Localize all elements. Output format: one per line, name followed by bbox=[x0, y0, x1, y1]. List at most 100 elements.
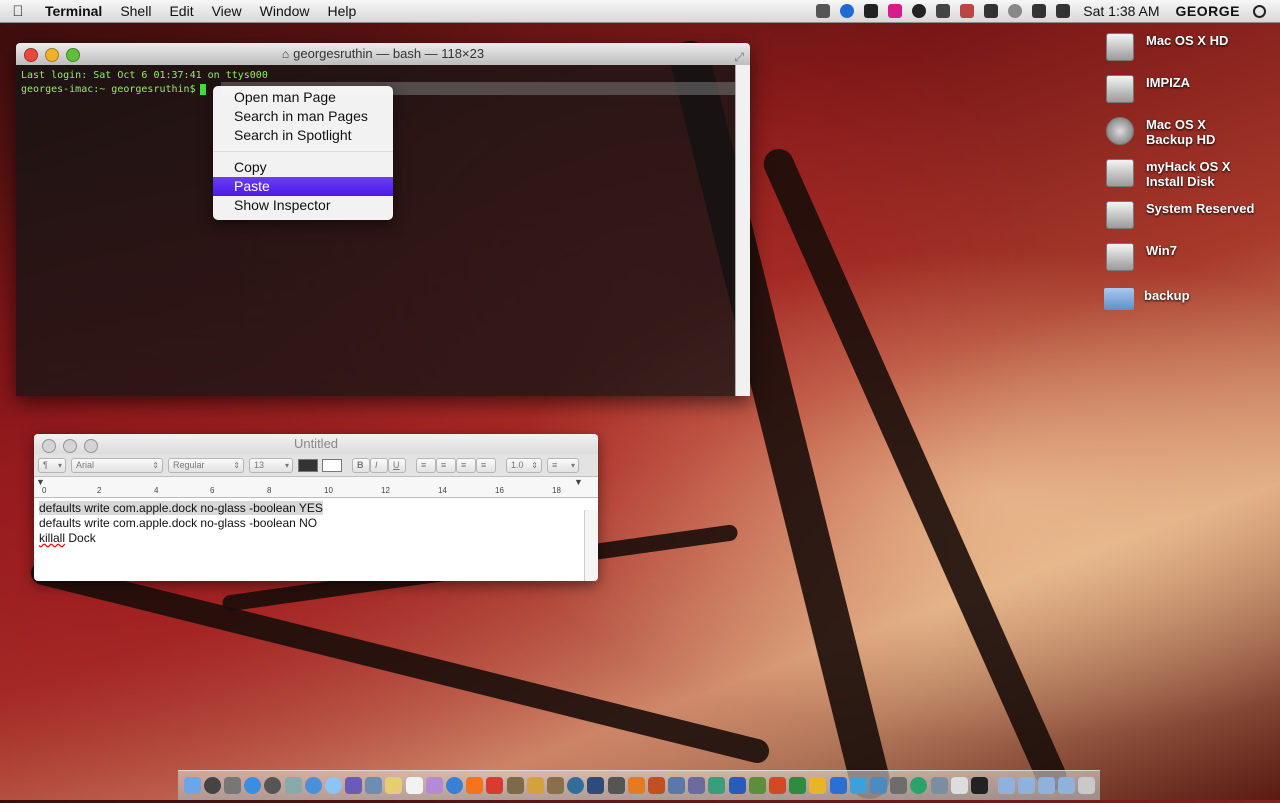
zoom-button[interactable] bbox=[84, 439, 98, 453]
flash-icon[interactable] bbox=[888, 4, 903, 18]
folder-icon[interactable] bbox=[1058, 777, 1076, 794]
menu-window[interactable]: Window bbox=[251, 3, 319, 19]
desktop-icon-win7[interactable]: Win7 bbox=[1106, 243, 1276, 271]
safari-icon[interactable] bbox=[244, 777, 262, 794]
app-icon[interactable] bbox=[506, 777, 524, 794]
outlook-icon[interactable] bbox=[809, 777, 827, 794]
app-icon[interactable] bbox=[526, 777, 544, 794]
app-icon[interactable] bbox=[688, 777, 706, 794]
display-icon[interactable] bbox=[984, 4, 999, 18]
time-machine-icon[interactable] bbox=[1008, 4, 1023, 18]
menu-item-copy[interactable]: Copy bbox=[213, 158, 393, 177]
app-icon[interactable] bbox=[486, 777, 504, 794]
desktop-icon-system-reserved[interactable]: System Reserved bbox=[1106, 201, 1276, 229]
calendar-icon[interactable] bbox=[405, 777, 423, 794]
folder-icon[interactable] bbox=[1017, 777, 1035, 794]
minimize-button[interactable] bbox=[63, 439, 77, 453]
menu-item-search-man-pages[interactable]: Search in man Pages bbox=[213, 107, 393, 126]
align-justify-icon[interactable]: ≡ bbox=[476, 457, 496, 473]
excel-icon[interactable] bbox=[789, 777, 807, 794]
menu-item-search-spotlight[interactable]: Search in Spotlight bbox=[213, 126, 393, 145]
text-color-swatch[interactable] bbox=[298, 458, 318, 472]
terminal-scrollbar[interactable] bbox=[735, 65, 750, 396]
menu-help[interactable]: Help bbox=[318, 3, 365, 19]
align-right-icon[interactable]: ≡ bbox=[456, 457, 476, 473]
app-icon[interactable] bbox=[567, 777, 585, 794]
app-icon[interactable] bbox=[950, 777, 968, 794]
itunes-icon[interactable] bbox=[446, 777, 464, 794]
eject-icon[interactable] bbox=[1032, 4, 1047, 18]
apple-menu-icon[interactable]:  bbox=[0, 3, 36, 20]
word-icon[interactable] bbox=[728, 777, 746, 794]
italic-button[interactable]: I bbox=[370, 457, 388, 473]
app-icon[interactable] bbox=[910, 777, 928, 794]
menu-edit[interactable]: Edit bbox=[160, 3, 202, 19]
menu-app-terminal[interactable]: Terminal bbox=[36, 3, 111, 19]
screen-sharing-icon[interactable] bbox=[936, 4, 951, 18]
folder-icon[interactable] bbox=[1037, 777, 1055, 794]
trash-icon[interactable] bbox=[1078, 777, 1096, 794]
zoom-button[interactable] bbox=[66, 48, 80, 62]
font-style-popup[interactable]: Regular ⇕ bbox=[168, 457, 244, 473]
app-icon[interactable] bbox=[647, 777, 665, 794]
menubar-user[interactable]: GEORGE bbox=[1168, 3, 1248, 19]
desktop-icon-mac-os-x-backup-hd[interactable]: Mac OS X Backup HD bbox=[1106, 117, 1276, 147]
activity-monitor-icon[interactable] bbox=[816, 4, 831, 18]
minimize-button[interactable] bbox=[45, 48, 59, 62]
underline-button[interactable]: U bbox=[388, 457, 406, 473]
notes-icon[interactable] bbox=[385, 777, 403, 794]
google-drive-icon[interactable] bbox=[864, 4, 879, 18]
right-margin-marker[interactable]: ▼ bbox=[574, 477, 583, 487]
menubar-clock[interactable]: Sat 1:38 AM bbox=[1075, 3, 1167, 19]
app-icon[interactable] bbox=[627, 777, 645, 794]
app-icon[interactable] bbox=[223, 777, 241, 794]
cloud-icon[interactable] bbox=[912, 4, 927, 18]
folder-icon[interactable] bbox=[997, 777, 1015, 794]
chrome-icon[interactable] bbox=[304, 777, 322, 794]
app-icon[interactable] bbox=[607, 777, 625, 794]
desktop-icon-backup[interactable]: backup bbox=[1104, 288, 1274, 310]
spotlight-search-icon[interactable] bbox=[1253, 4, 1266, 18]
soundcloud-icon[interactable] bbox=[466, 777, 484, 794]
app-icon[interactable] bbox=[890, 777, 908, 794]
list-bullets-icon[interactable]: ≡ ▾ bbox=[547, 457, 579, 473]
app-icon[interactable] bbox=[264, 777, 282, 794]
app-icon[interactable] bbox=[365, 777, 383, 794]
menu-view[interactable]: View bbox=[203, 3, 251, 19]
app-icon[interactable] bbox=[587, 777, 605, 794]
paragraph-style-popup[interactable]: ¶ ▾ bbox=[38, 457, 66, 473]
desktop-icon-mac-os-x-hd[interactable]: Mac OS X HD bbox=[1106, 33, 1276, 61]
app-icon[interactable] bbox=[869, 777, 887, 794]
app-icon[interactable] bbox=[930, 777, 948, 794]
app-icon[interactable] bbox=[546, 777, 564, 794]
dashboard-icon[interactable] bbox=[203, 777, 221, 794]
textedit-document[interactable]: defaults write com.apple.dock no-glass -… bbox=[34, 498, 598, 549]
align-left-icon[interactable]: ≡ bbox=[416, 457, 436, 473]
terminal-titlebar[interactable]: ⌂ georgesruthin — bash — 118×23 ⤢ bbox=[16, 43, 750, 65]
align-center-icon[interactable]: ≡ bbox=[436, 457, 456, 473]
menu-item-paste[interactable]: Paste bbox=[213, 177, 393, 196]
app-icon[interactable] bbox=[708, 777, 726, 794]
photos-icon[interactable] bbox=[425, 777, 443, 794]
close-button[interactable] bbox=[24, 48, 38, 62]
background-color-swatch[interactable] bbox=[322, 458, 342, 472]
teamviewer-icon[interactable] bbox=[840, 4, 855, 18]
bold-button[interactable]: B bbox=[352, 457, 370, 473]
phone-icon[interactable] bbox=[960, 4, 975, 18]
line-spacing-popup[interactable]: 1.0 ⇕ bbox=[506, 457, 542, 473]
ruler[interactable]: ▼ ▼ 0 2 4 6 8 10 12 14 16 18 bbox=[34, 477, 598, 498]
textedit-titlebar[interactable]: Untitled bbox=[34, 434, 598, 454]
close-button[interactable] bbox=[42, 439, 56, 453]
app-icon[interactable] bbox=[748, 777, 766, 794]
volume-icon[interactable] bbox=[1056, 4, 1071, 18]
messages-icon[interactable] bbox=[324, 777, 342, 794]
textedit-scrollbar[interactable] bbox=[584, 510, 598, 581]
app-icon[interactable] bbox=[849, 777, 867, 794]
menu-shell[interactable]: Shell bbox=[111, 3, 160, 19]
font-size-combo[interactable]: 13 ▾ bbox=[249, 457, 293, 473]
finder-icon[interactable] bbox=[183, 777, 201, 794]
powerpoint-icon[interactable] bbox=[769, 777, 787, 794]
font-family-popup[interactable]: Arial ⇕ bbox=[71, 457, 163, 473]
terminal-icon[interactable] bbox=[970, 777, 988, 794]
app-icon[interactable] bbox=[284, 777, 302, 794]
